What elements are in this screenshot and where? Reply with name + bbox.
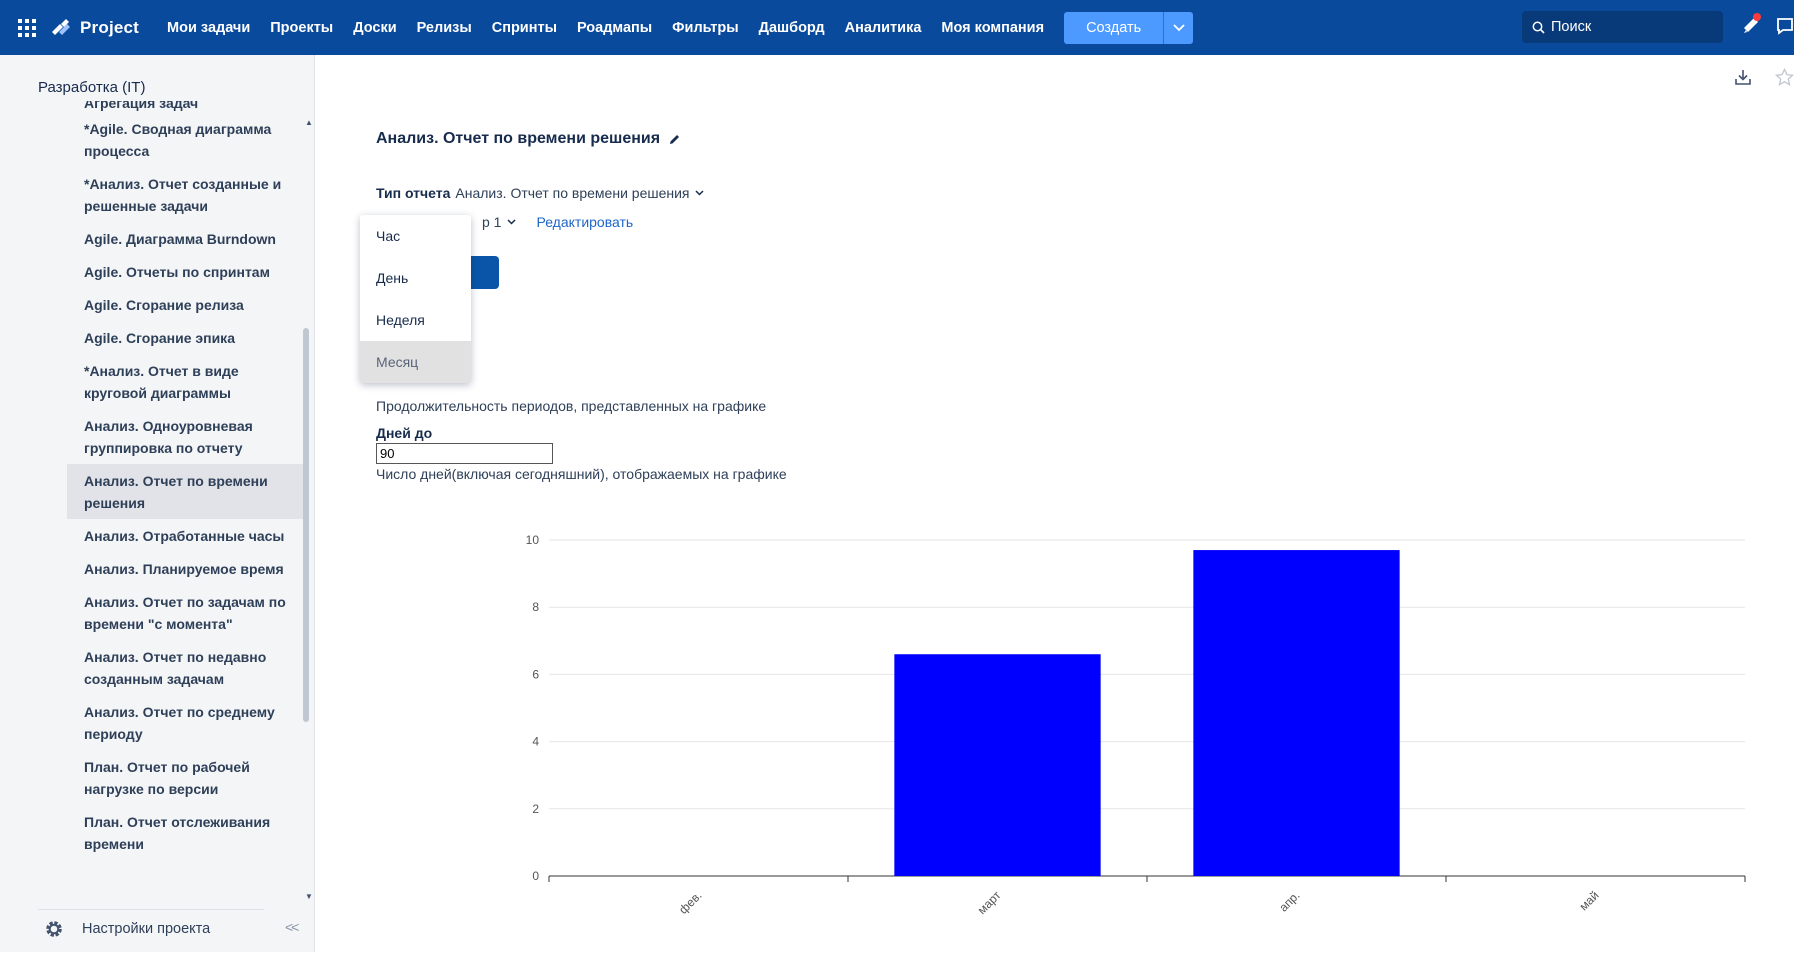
favorite-button[interactable] [1774, 67, 1794, 92]
sidebar-item-time-tracking[interactable]: План. Отчет отслеживания времени [67, 805, 303, 860]
nav-sprints[interactable]: Спринты [482, 20, 567, 36]
filter-select[interactable]: р 1 [482, 214, 501, 230]
nav-releases[interactable]: Релизы [407, 20, 482, 36]
feedback-button[interactable] [1776, 17, 1794, 40]
sidebar-item-single-level-group[interactable]: Анализ. Одноуровневая группировка по отч… [67, 409, 303, 464]
page-title: Анализ. Отчет по времени решения [376, 130, 681, 148]
sidebar-item-release-burndown[interactable]: Agile. Сгорание релиза [67, 288, 303, 321]
report-type-label: Тип отчета [376, 185, 451, 201]
sidebar-item-version-workload[interactable]: План. Отчет по рабочей нагрузке по верси… [67, 750, 303, 805]
nav-my-company[interactable]: Моя компания [931, 20, 1054, 36]
app-switcher-button[interactable] [0, 0, 54, 55]
x-tick-label: фев. [676, 888, 704, 916]
resolution-time-chart: 0 2 4 6 8 10 фев. март апр. май [526, 533, 1746, 917]
search-input[interactable]: Поиск [1522, 11, 1723, 43]
period-option-hour[interactable]: Час [360, 215, 471, 257]
report-title: Анализ. Отчет по времени решения [376, 130, 661, 147]
edit-filter-link[interactable]: Редактировать [536, 214, 633, 230]
period-description: Продолжительность периодов, представленн… [376, 398, 767, 414]
y-tick-label: 4 [532, 735, 539, 749]
nav-filters[interactable]: Фильтры [662, 20, 748, 36]
project-name[interactable]: Разработка (IT) [38, 79, 145, 96]
download-icon [1735, 70, 1751, 85]
chevron-down-icon [1173, 23, 1185, 31]
sidebar-item-planned-time[interactable]: Анализ. Планируемое время [67, 552, 303, 585]
y-tick-label: 2 [532, 802, 539, 816]
period-option-month[interactable]: Месяц [360, 341, 471, 383]
create-dropdown-button[interactable] [1163, 11, 1194, 44]
sidebar-item-pie-chart[interactable]: *Анализ. Отчет в виде круговой диаграммы [67, 354, 303, 409]
reports-list: Агрегация задач *Agile. Сводная диаграмм… [67, 101, 303, 955]
logo-text: Project [80, 17, 140, 37]
sidebar-item-resolution-time[interactable]: Анализ. Отчет по времени решения [67, 464, 303, 519]
sidebar-item-cut[interactable]: Агрегация задач [67, 101, 303, 112]
project-logo[interactable]: Project [50, 18, 139, 38]
x-tick-label: апр. [1276, 888, 1302, 914]
sidebar-divider [38, 909, 264, 910]
gear-icon [46, 921, 62, 937]
sidebar-item-recently-created[interactable]: Анализ. Отчет по недавно созданным задач… [67, 640, 303, 695]
x-tick-label: май [1576, 888, 1601, 913]
days-input[interactable] [376, 443, 553, 464]
search-icon [1532, 21, 1545, 34]
sidebar-item-time-spent[interactable]: Анализ. Отработанные часы [67, 519, 303, 552]
project-settings-label: Настройки проекта [82, 921, 211, 937]
period-option-day[interactable]: День [360, 257, 471, 299]
sidebar-item-created-resolved[interactable]: *Анализ. Отчет созданные и решенные зада… [67, 167, 303, 222]
pencil-icon[interactable] [668, 133, 681, 146]
chat-icon [1777, 18, 1793, 35]
report-type-select[interactable]: Анализ. Отчет по времени решения [455, 185, 689, 201]
sidebar-item-epic-burndown[interactable]: Agile. Сгорание эпика [67, 321, 303, 354]
sidebar-item-average-age[interactable]: Анализ. Отчет по среднему периоду [67, 695, 303, 750]
search-placeholder: Поиск [1551, 19, 1592, 35]
y-tick-label: 0 [532, 869, 539, 883]
nav-my-tasks[interactable]: Мои задачи [157, 20, 260, 36]
collapse-sidebar-icon[interactable]: << [285, 919, 299, 935]
bar [894, 654, 1101, 876]
sidebar: Разработка (IT) Агрегация задач *Agile. … [0, 55, 315, 952]
period-option-week[interactable]: Неделя [360, 299, 471, 341]
report-type-row: Тип отчета Анализ. Отчет по времени реше… [376, 185, 704, 201]
x-tick-label: март [975, 888, 1004, 917]
days-label: Дней до [376, 425, 433, 441]
nav-roadmaps[interactable]: Роадмапы [567, 20, 662, 36]
y-tick-label: 6 [532, 667, 539, 681]
download-button[interactable] [1734, 68, 1752, 91]
project-settings-link[interactable]: Настройки проекта [44, 919, 210, 939]
notifications-button[interactable] [1741, 13, 1761, 40]
star-icon [1774, 67, 1794, 87]
nav-boards[interactable]: Доски [343, 20, 406, 36]
create-button[interactable]: Создать [1064, 11, 1164, 44]
y-tick-label: 10 [526, 533, 540, 547]
days-description: Число дней(включая сегодняшний), отображ… [376, 466, 787, 482]
nav-projects[interactable]: Проекты [260, 20, 343, 36]
nav-dashboard[interactable]: Дашборд [749, 20, 835, 36]
notification-badge [1753, 13, 1761, 21]
nav-analytics[interactable]: Аналитика [835, 20, 932, 36]
sidebar-item-sprint-reports[interactable]: Agile. Отчеты по спринтам [67, 255, 303, 288]
scroll-down-arrow[interactable]: ▼ [305, 892, 313, 901]
y-tick-label: 8 [532, 600, 539, 614]
bar [1193, 550, 1400, 876]
sidebar-scrollbar-thumb[interactable] [303, 328, 309, 722]
logo-icon [52, 18, 70, 35]
sidebar-item-agile-cfd[interactable]: *Agile. Сводная диаграмма процесса [67, 112, 303, 167]
chevron-down-icon[interactable] [694, 190, 704, 196]
period-dropdown: Час День Неделя Месяц [360, 215, 471, 383]
scroll-up-arrow[interactable]: ▲ [305, 118, 313, 127]
sidebar-item-burndown[interactable]: Agile. Диаграмма Burndown [67, 222, 303, 255]
chevron-down-icon[interactable] [507, 219, 516, 225]
sidebar-item-time-since[interactable]: Анализ. Отчет по задачам по времени "с м… [67, 585, 303, 640]
grid-icon [18, 18, 36, 37]
create-button-group: Создать [1064, 11, 1194, 44]
